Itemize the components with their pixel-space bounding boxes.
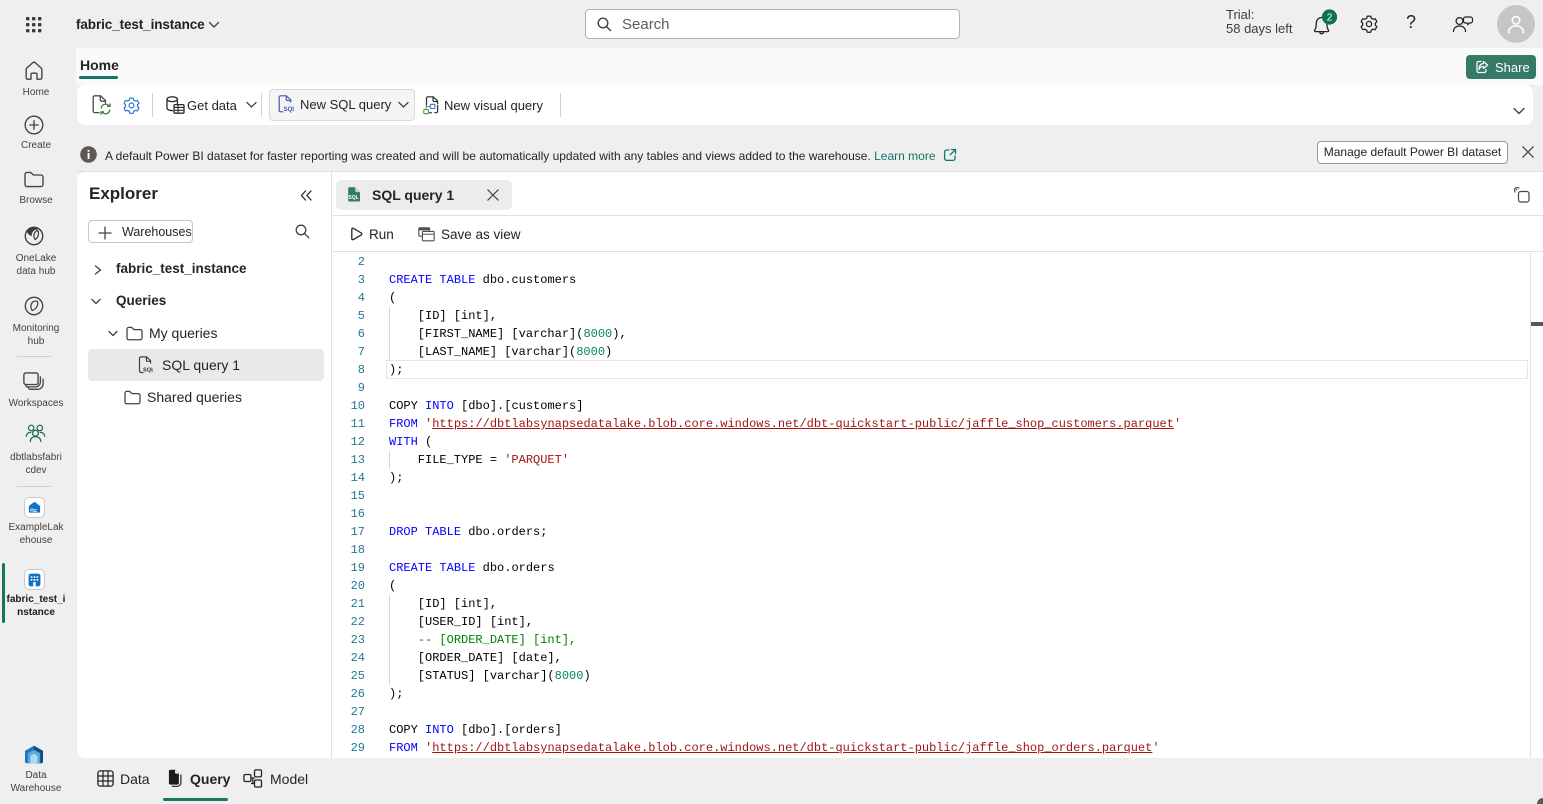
svg-text:SQL: SQL [284, 107, 294, 113]
svg-text:SQL: SQL [143, 368, 153, 374]
svg-text:2: 2 [1327, 12, 1333, 23]
svg-text:SQL: SQL [348, 195, 358, 201]
